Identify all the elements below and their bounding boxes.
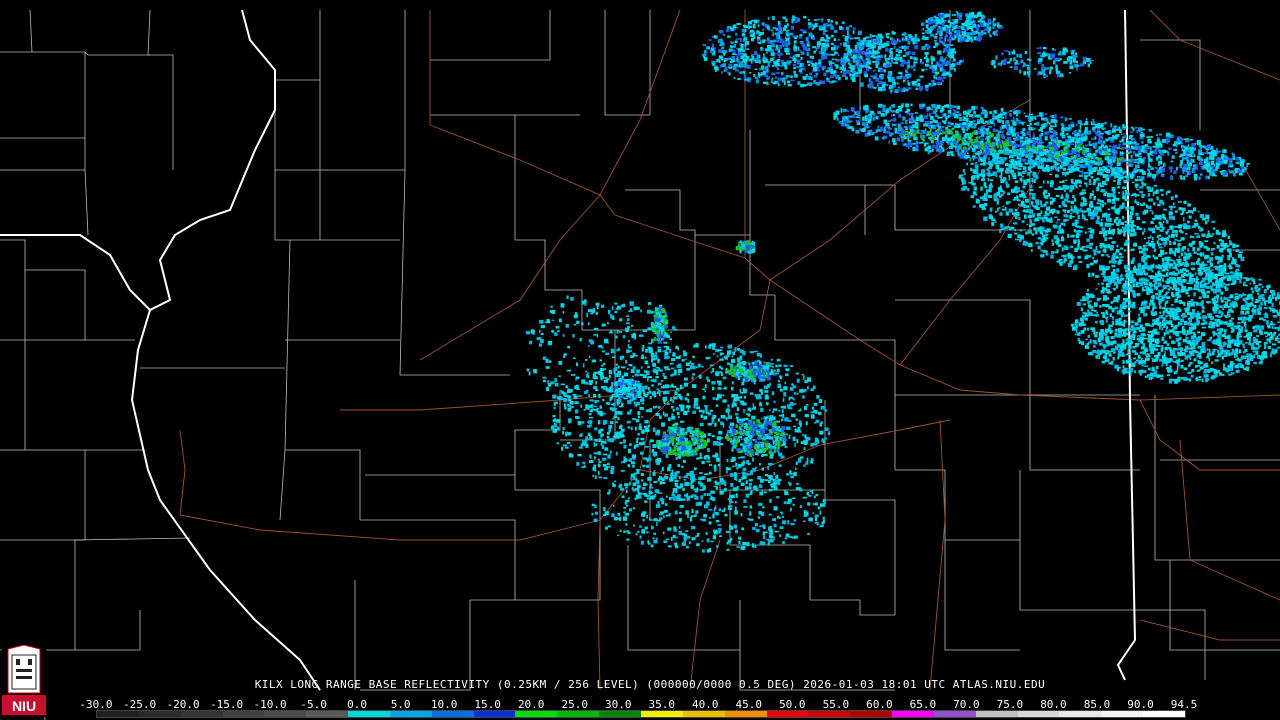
- colorbar-segment: [808, 711, 851, 717]
- reflectivity-scale-labels: -30.0 -25.0 -20.0 -15.0 -10.0 -5.0 0.0 5.0 10.0 1…: [79, 698, 1197, 711]
- colorbar-segment: [557, 711, 600, 717]
- colorbar-segment: [222, 711, 265, 717]
- radar-map: [0, 0, 1280, 720]
- logo-text: NIU: [12, 698, 36, 714]
- colorbar-segment: [682, 711, 725, 717]
- niu-logo: NIU: [2, 645, 46, 717]
- colorbar-segment: [933, 711, 976, 717]
- colorbar-segment: [1017, 711, 1060, 717]
- colorbar-segment: [348, 711, 390, 717]
- reflectivity-colorbar: [96, 710, 1186, 718]
- colorbar-segment: [892, 711, 934, 717]
- colorbar-segment: [599, 711, 641, 717]
- colorbar-segment: [724, 711, 767, 717]
- product-title: KILX LONG RANGE BASE REFLECTIVITY (0.25K…: [254, 678, 1046, 691]
- colorbar-segment: [473, 711, 516, 717]
- colorbar-segment: [431, 711, 474, 717]
- colorbar-segment: [97, 711, 139, 717]
- colorbar-segment: [766, 711, 809, 717]
- colorbar-segment: [264, 711, 307, 717]
- colorbar-segment: [850, 711, 893, 717]
- colorbar-segment: [1143, 711, 1185, 717]
- colorbar-segment: [389, 711, 432, 717]
- colorbar-segment: [1101, 711, 1144, 717]
- colorbar-segment: [180, 711, 223, 717]
- colorbar-segment: [138, 711, 181, 717]
- colorbar-segment: [640, 711, 683, 717]
- colorbar-segment: [306, 711, 349, 717]
- colorbar-segment: [975, 711, 1018, 717]
- colorbar-segment: [515, 711, 558, 717]
- colorbar-segment: [1059, 711, 1102, 717]
